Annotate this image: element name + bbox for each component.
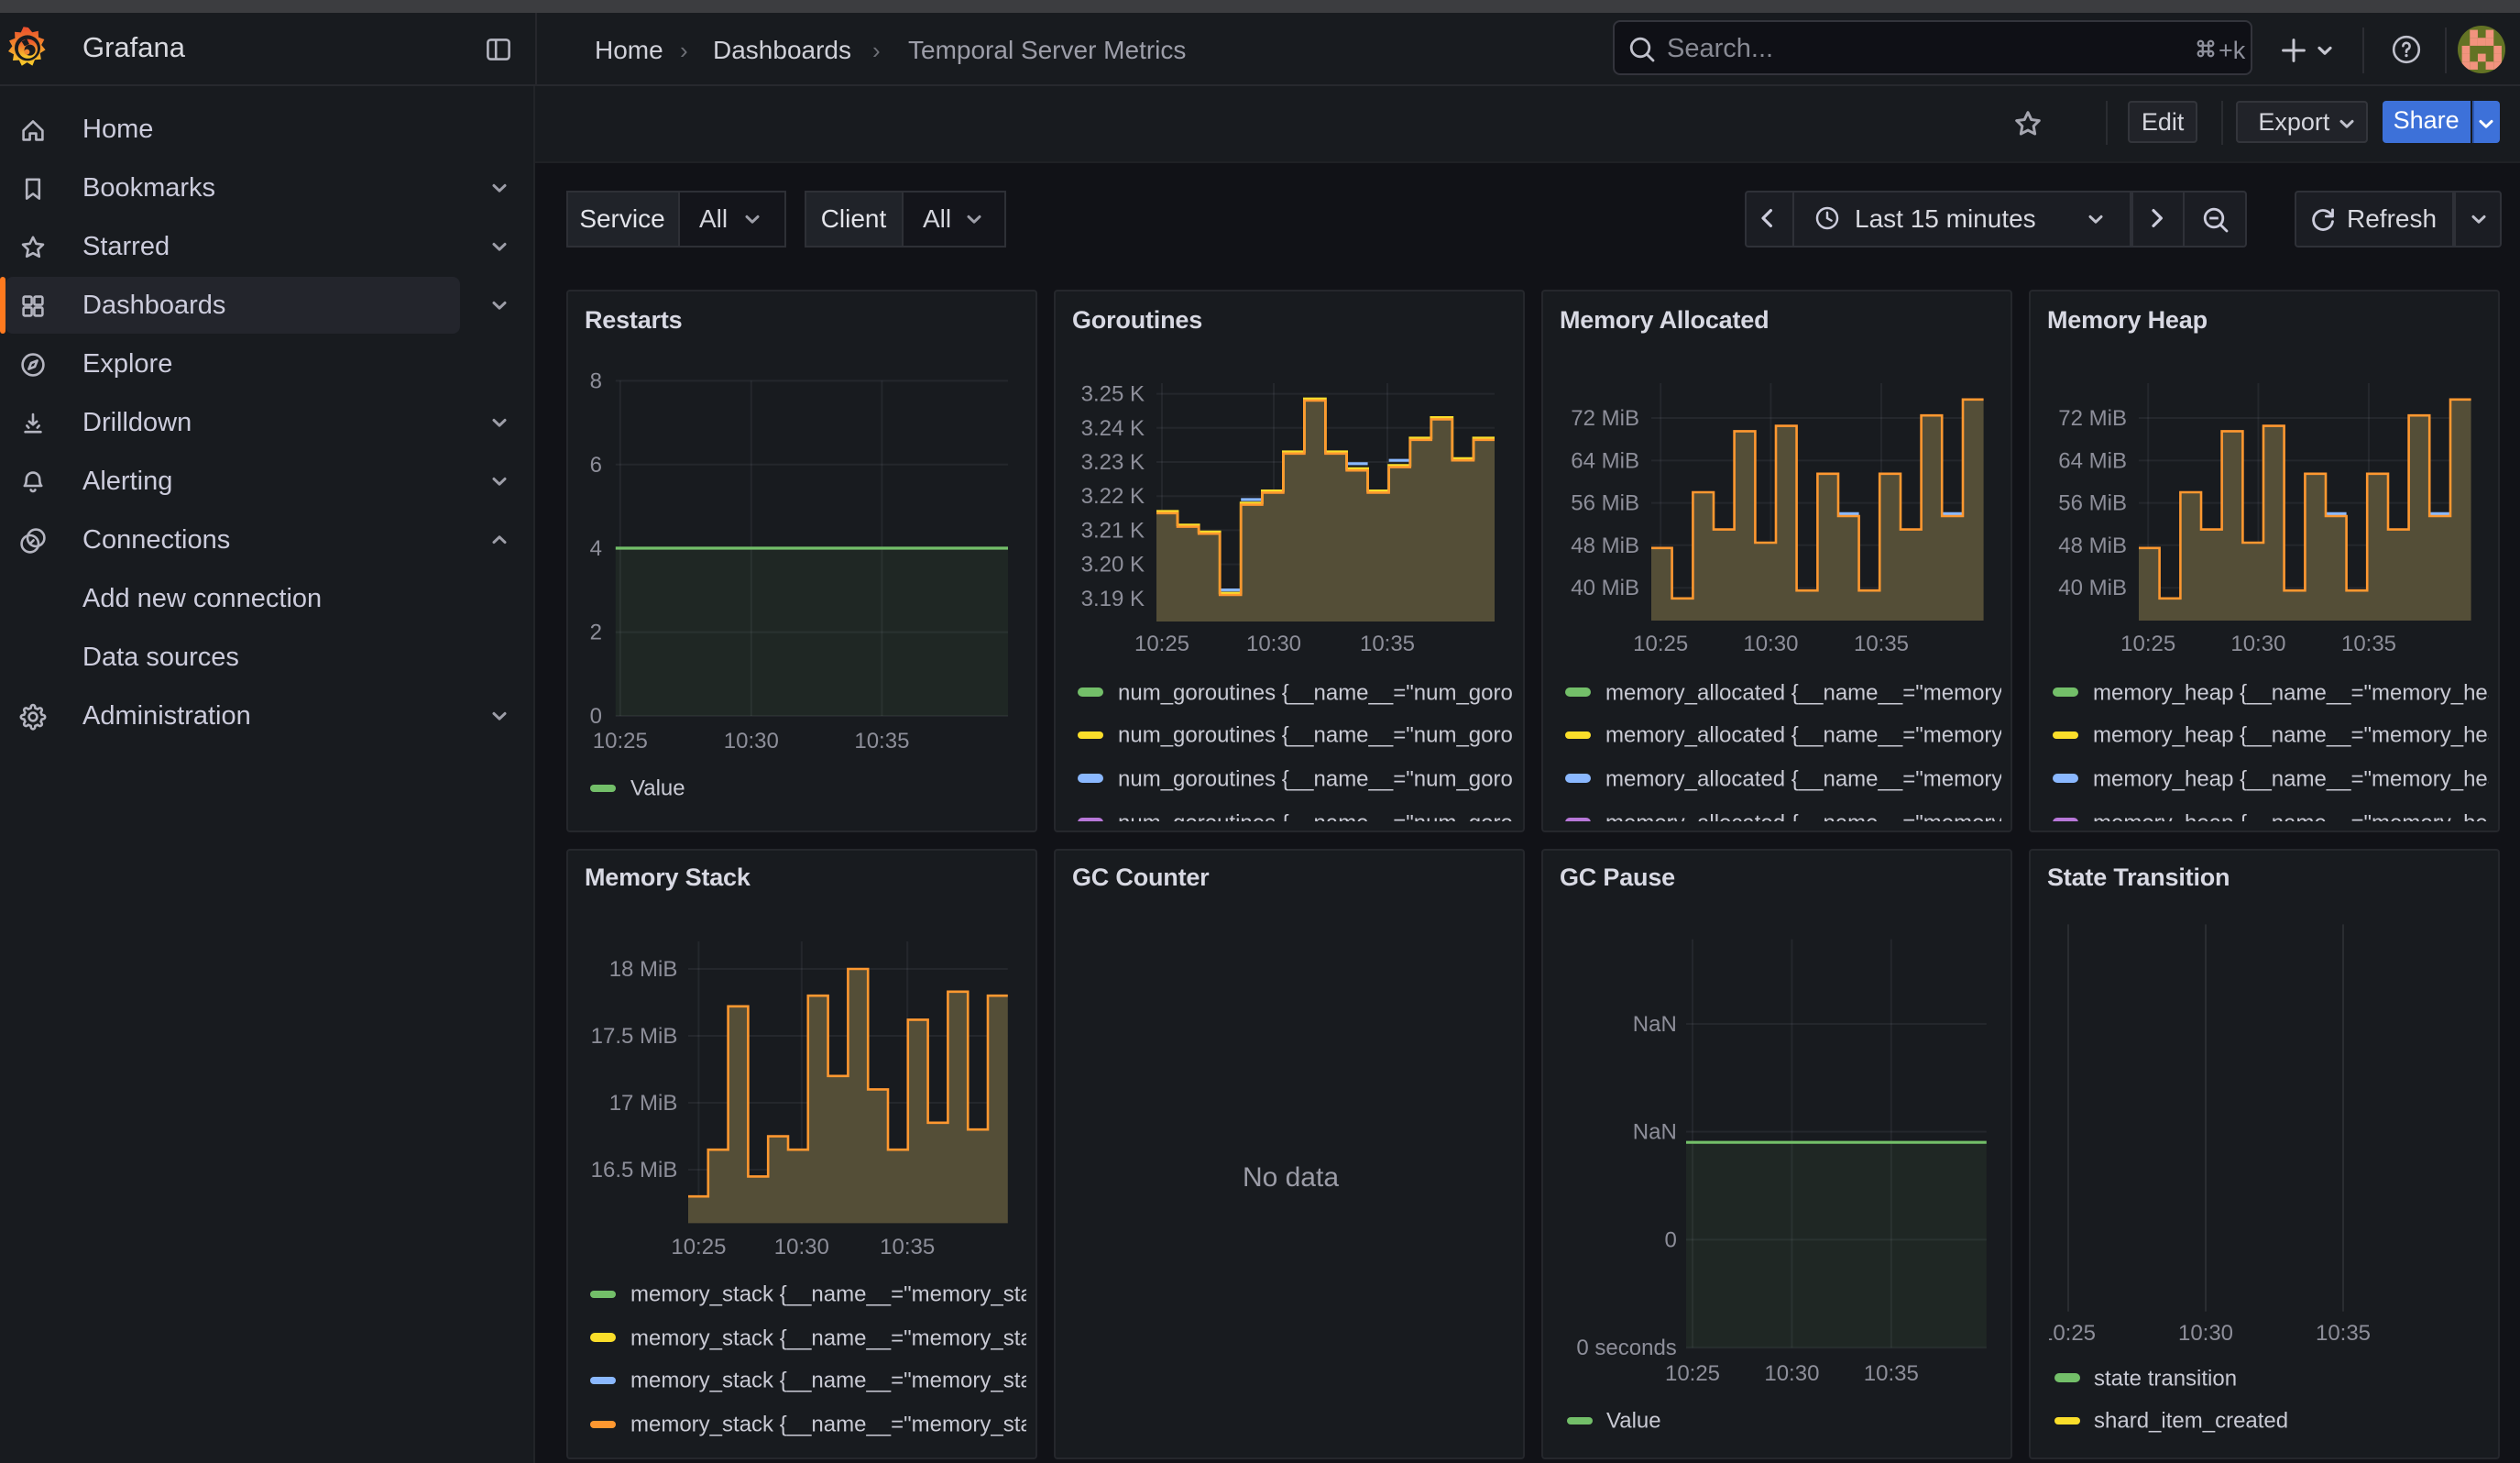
svg-text:0: 0 xyxy=(1663,1226,1675,1251)
svg-text:10:35: 10:35 xyxy=(853,729,908,754)
svg-text:72 MiB: 72 MiB xyxy=(1570,406,1638,431)
svg-text:10:30: 10:30 xyxy=(1742,632,1797,656)
svg-text:48 MiB: 48 MiB xyxy=(1570,534,1638,558)
svg-text:10:35: 10:35 xyxy=(879,1234,934,1259)
svg-text:3.22 K: 3.22 K xyxy=(1080,484,1144,509)
svg-text:56 MiB: 56 MiB xyxy=(1570,491,1638,516)
svg-text:6: 6 xyxy=(589,453,601,478)
svg-text:3.23 K: 3.23 K xyxy=(1080,450,1144,475)
svg-text:10:25: 10:25 xyxy=(1134,632,1189,656)
svg-text:10:35: 10:35 xyxy=(2315,1320,2370,1345)
svg-text:40 MiB: 40 MiB xyxy=(2057,576,2126,600)
svg-text:3.25 K: 3.25 K xyxy=(1080,382,1144,407)
svg-text:2: 2 xyxy=(589,621,601,645)
svg-text:10:30: 10:30 xyxy=(2230,632,2284,656)
svg-text:10:25: 10:25 xyxy=(2040,1320,2095,1345)
svg-text:3.19 K: 3.19 K xyxy=(1080,587,1144,611)
svg-text:18 MiB: 18 MiB xyxy=(608,956,677,981)
svg-text:48 MiB: 48 MiB xyxy=(2057,534,2126,558)
svg-text:10:30: 10:30 xyxy=(1245,632,1300,656)
svg-text:10:35: 10:35 xyxy=(2340,632,2395,656)
svg-text:0: 0 xyxy=(589,704,601,729)
svg-text:16.5 MiB: 16.5 MiB xyxy=(590,1157,677,1182)
svg-text:64 MiB: 64 MiB xyxy=(2057,448,2126,473)
svg-text:56 MiB: 56 MiB xyxy=(2057,491,2126,516)
svg-text:NaN: NaN xyxy=(1632,1011,1676,1036)
svg-text:3.24 K: 3.24 K xyxy=(1080,416,1144,441)
svg-text:72 MiB: 72 MiB xyxy=(2057,406,2126,431)
svg-text:10:25: 10:25 xyxy=(1664,1360,1719,1385)
svg-text:4: 4 xyxy=(589,536,601,561)
svg-text:64 MiB: 64 MiB xyxy=(1570,448,1638,473)
svg-text:0 seconds: 0 seconds xyxy=(1575,1335,1675,1359)
svg-text:10:30: 10:30 xyxy=(723,729,778,754)
svg-text:17 MiB: 17 MiB xyxy=(608,1090,677,1115)
svg-text:10:25: 10:25 xyxy=(1632,632,1687,656)
svg-text:10:35: 10:35 xyxy=(1863,1360,1918,1385)
svg-text:10:30: 10:30 xyxy=(1763,1360,1818,1385)
svg-text:10:30: 10:30 xyxy=(2177,1320,2232,1345)
svg-text:10:35: 10:35 xyxy=(1359,632,1414,656)
svg-text:3.20 K: 3.20 K xyxy=(1080,553,1144,578)
svg-text:17.5 MiB: 17.5 MiB xyxy=(590,1023,677,1048)
svg-text:40 MiB: 40 MiB xyxy=(1570,576,1638,600)
svg-text:NaN: NaN xyxy=(1632,1119,1676,1144)
svg-text:8: 8 xyxy=(589,368,601,393)
svg-text:10:25: 10:25 xyxy=(670,1234,725,1259)
svg-text:10:35: 10:35 xyxy=(1853,632,1908,656)
svg-text:10:25: 10:25 xyxy=(592,729,647,754)
svg-text:3.21 K: 3.21 K xyxy=(1080,518,1144,543)
svg-text:10:30: 10:30 xyxy=(773,1234,828,1259)
svg-text:10:25: 10:25 xyxy=(2120,632,2175,656)
